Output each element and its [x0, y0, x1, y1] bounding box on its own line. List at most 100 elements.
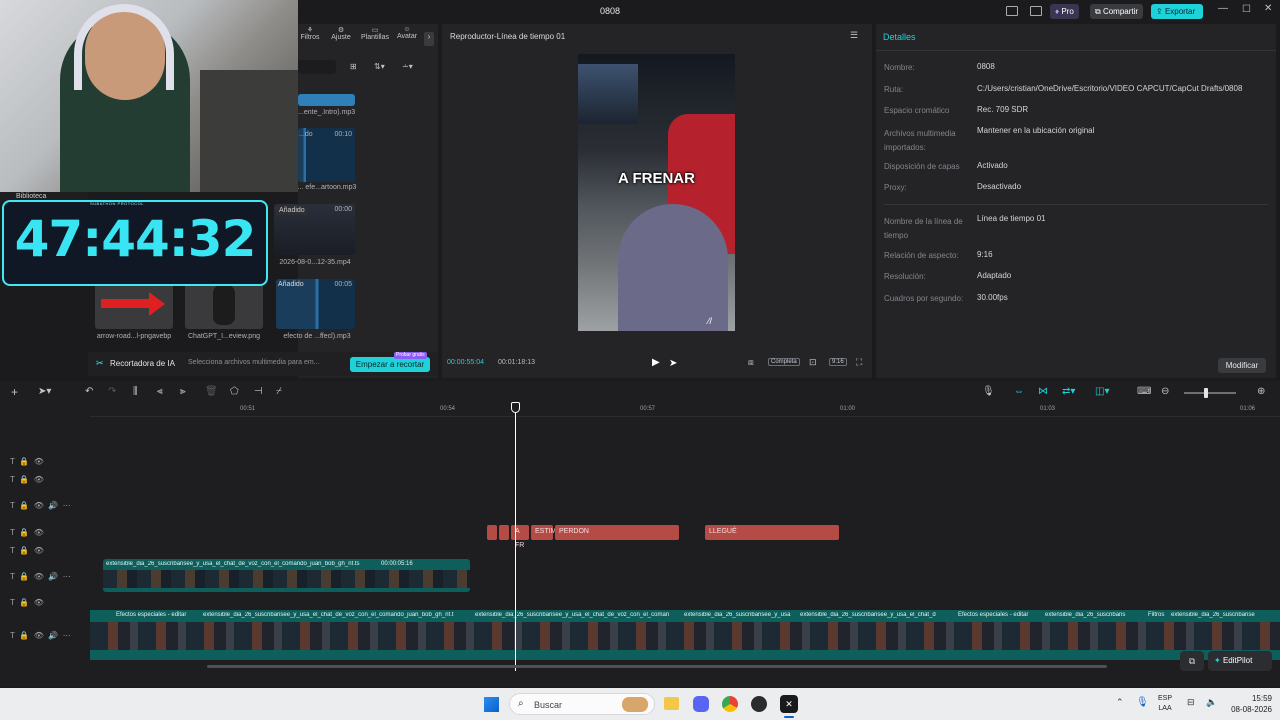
language-indicator[interactable]: ESP LAA — [1158, 694, 1172, 714]
freeze-icon[interactable]: ⊣ — [254, 386, 263, 397]
media-thumbnail[interactable] — [185, 279, 263, 329]
split-icon[interactable]: ⫼ — [133, 386, 138, 397]
close-icon[interactable]: ✕ — [1264, 3, 1272, 14]
text-clip[interactable]: ESTIM — [531, 525, 556, 540]
editpilot-button[interactable]: ✦ EditPilot — [1208, 651, 1272, 671]
main-video-track[interactable]: Efectos especiales - editar extensible_d… — [90, 610, 1280, 660]
undo-icon[interactable]: ↶ — [85, 386, 93, 397]
timeline-ruler[interactable]: 00:51 00:54 00:57 01:00 01:03 01:06 — [90, 403, 1280, 417]
taskbar-search[interactable]: ⌕ Buscar — [509, 693, 655, 715]
shortcut-icon[interactable] — [1030, 6, 1042, 16]
media-thumbnail[interactable]: Añadido 00:05 — [276, 279, 355, 329]
auto-cut-icon[interactable]: ⌿ — [276, 386, 282, 397]
caption-icon[interactable]: ⌨ — [1137, 386, 1151, 397]
track-controls[interactable]: T 🔒 👁 🔊 ⋯ — [10, 572, 71, 581]
media-search-input[interactable] — [298, 60, 336, 74]
chrome-icon[interactable] — [722, 696, 738, 712]
language-code: ESP — [1158, 695, 1173, 702]
maximize-icon[interactable]: ☐ — [1242, 4, 1251, 15]
grid-view-icon[interactable]: ⊞ — [350, 62, 357, 71]
full-quality-button[interactable]: Completa — [768, 358, 800, 366]
obs-icon[interactable] — [751, 696, 767, 712]
crop-icon[interactable]: ⧈ — [748, 357, 754, 368]
media-thumbnail[interactable]: ...do 00:10 — [298, 128, 355, 182]
magnet-icon[interactable]: ⋈ — [1038, 386, 1048, 397]
text-clip[interactable] — [499, 525, 509, 540]
redo-icon[interactable]: ↷ — [108, 386, 116, 397]
avatar-tab[interactable]: ☺ Avatar — [396, 26, 418, 40]
file-explorer-icon[interactable] — [664, 697, 679, 710]
microphone-icon[interactable]: 🎙 — [982, 386, 995, 397]
detail-label: Espacio cromático — [884, 106, 950, 115]
tray-chevron-icon[interactable]: ⌃ — [1116, 697, 1124, 708]
track-controls[interactable]: T 🔒 👁 — [10, 457, 44, 466]
track-controls[interactable]: T 🔒 👁 — [10, 546, 44, 555]
text-clip[interactable]: PERDON — [555, 525, 679, 540]
split-right-icon[interactable]: ⫸ — [180, 386, 186, 397]
text-clip[interactable]: A FR — [511, 525, 529, 549]
media-caption: ...ente_.Intro).mp3 — [298, 109, 356, 116]
clock[interactable]: 15:59 08-08-2026 — [1226, 693, 1272, 715]
avatar-label: Avatar — [396, 33, 418, 40]
network-icon[interactable]: ⊟ — [1187, 697, 1195, 708]
playhead-handle[interactable] — [511, 402, 520, 413]
main-clip-label: Efectos especiales - editar — [958, 612, 1029, 618]
share-button[interactable]: ⧉ Compartir — [1090, 4, 1144, 19]
playhead[interactable] — [515, 403, 516, 671]
track-controls[interactable]: T 🔒 👁 — [10, 598, 44, 607]
filters-tab[interactable]: ⚘ Filtros — [298, 26, 322, 41]
track-controls[interactable]: T 🔒 👁 🔊 ⋯ — [10, 631, 71, 640]
text-clip[interactable] — [487, 525, 497, 540]
chevron-right-icon[interactable]: › — [424, 32, 434, 46]
zoom-slider-handle[interactable] — [1204, 388, 1208, 398]
horizontal-scrollbar[interactable] — [207, 665, 1107, 668]
media-thumbnail[interactable] — [95, 279, 173, 329]
sort-icon[interactable]: ⇅▾ — [374, 62, 385, 71]
clip-frames — [90, 622, 1280, 650]
detail-label: Resolución: — [884, 272, 926, 281]
overlay-video-clip[interactable]: extensible_dia_26_suscribansee_y_usa_el_… — [103, 559, 470, 592]
screen-record-button[interactable]: ⧉ — [1180, 651, 1204, 671]
text-clip[interactable]: LLEGUÉ — [705, 525, 839, 540]
modify-button[interactable]: Modificar — [1218, 358, 1266, 373]
volume-icon[interactable]: 🔈 — [1206, 697, 1217, 708]
windows-start-icon[interactable] — [484, 697, 499, 712]
add-icon[interactable]: + — [11, 385, 18, 399]
link-main-icon[interactable]: ⇔ — [1014, 386, 1024, 397]
timeline-panel: + ➤▾ ↶ ↷ ⫼ ⫷ ⫸ 🗑 ⬠ ⊣ ⌿ 🎙 ⇔ ⋈ ⇄▾ ◫▾ ⌨ ⊖ ⊕… — [0, 381, 1280, 687]
detail-label: Relación de aspecto: — [884, 251, 959, 260]
media-thumbnail[interactable] — [298, 94, 355, 106]
zoom-slider[interactable] — [1184, 388, 1236, 398]
zoom-out-icon[interactable]: ⊖ — [1161, 386, 1169, 397]
split-left-icon[interactable]: ⫷ — [157, 386, 163, 397]
capcut-icon[interactable]: ✕ — [780, 695, 798, 713]
detail-value: Activado — [977, 161, 1008, 170]
filter-icon[interactable]: ⩪▾ — [402, 62, 413, 71]
delete-icon[interactable]: 🗑 — [205, 386, 218, 397]
templates-tab[interactable]: ▭ Plantillas — [358, 26, 392, 41]
mic-tray-icon[interactable]: 🎙 — [1136, 697, 1149, 708]
screenshot-icon[interactable]: ⊡ — [809, 357, 817, 368]
preview-axis-icon[interactable]: ◫▾ — [1095, 386, 1109, 397]
track-controls[interactable]: T 🔒 👁 — [10, 528, 44, 537]
adjust-tab[interactable]: ⚙ Ajuste — [328, 26, 354, 41]
ratio-button[interactable]: 9:16 — [829, 358, 847, 366]
discord-icon[interactable] — [693, 696, 709, 712]
fullscreen-icon[interactable]: ⛶ — [856, 357, 862, 368]
layout-icon[interactable] — [1006, 6, 1018, 16]
video-preview[interactable]: A FRENAR ⁄/ — [578, 54, 735, 331]
building-lights — [578, 64, 638, 124]
start-cut-button[interactable]: Empezar a recortar — [350, 357, 430, 372]
linkage-icon[interactable]: ⇄▾ — [1062, 386, 1075, 397]
pro-button[interactable]: ♦ Pro — [1050, 4, 1079, 19]
play-icon[interactable]: ▶ — [652, 357, 660, 368]
media-thumbnail[interactable]: Añadido 00:00 — [274, 204, 355, 255]
track-controls[interactable]: T 🔒 👁 — [10, 475, 44, 484]
track-controls[interactable]: T 🔒 👁 🔊 ⋯ — [10, 501, 71, 510]
marker-icon[interactable]: ⬠ — [230, 386, 239, 397]
menu-icon[interactable]: ☰ — [850, 30, 858, 41]
zoom-in-icon[interactable]: ⊕ — [1257, 386, 1265, 397]
minimize-icon[interactable]: — — [1218, 3, 1228, 14]
export-button[interactable]: ⇪ Exportar — [1151, 4, 1203, 19]
select-tool-icon[interactable]: ➤▾ — [38, 386, 51, 397]
